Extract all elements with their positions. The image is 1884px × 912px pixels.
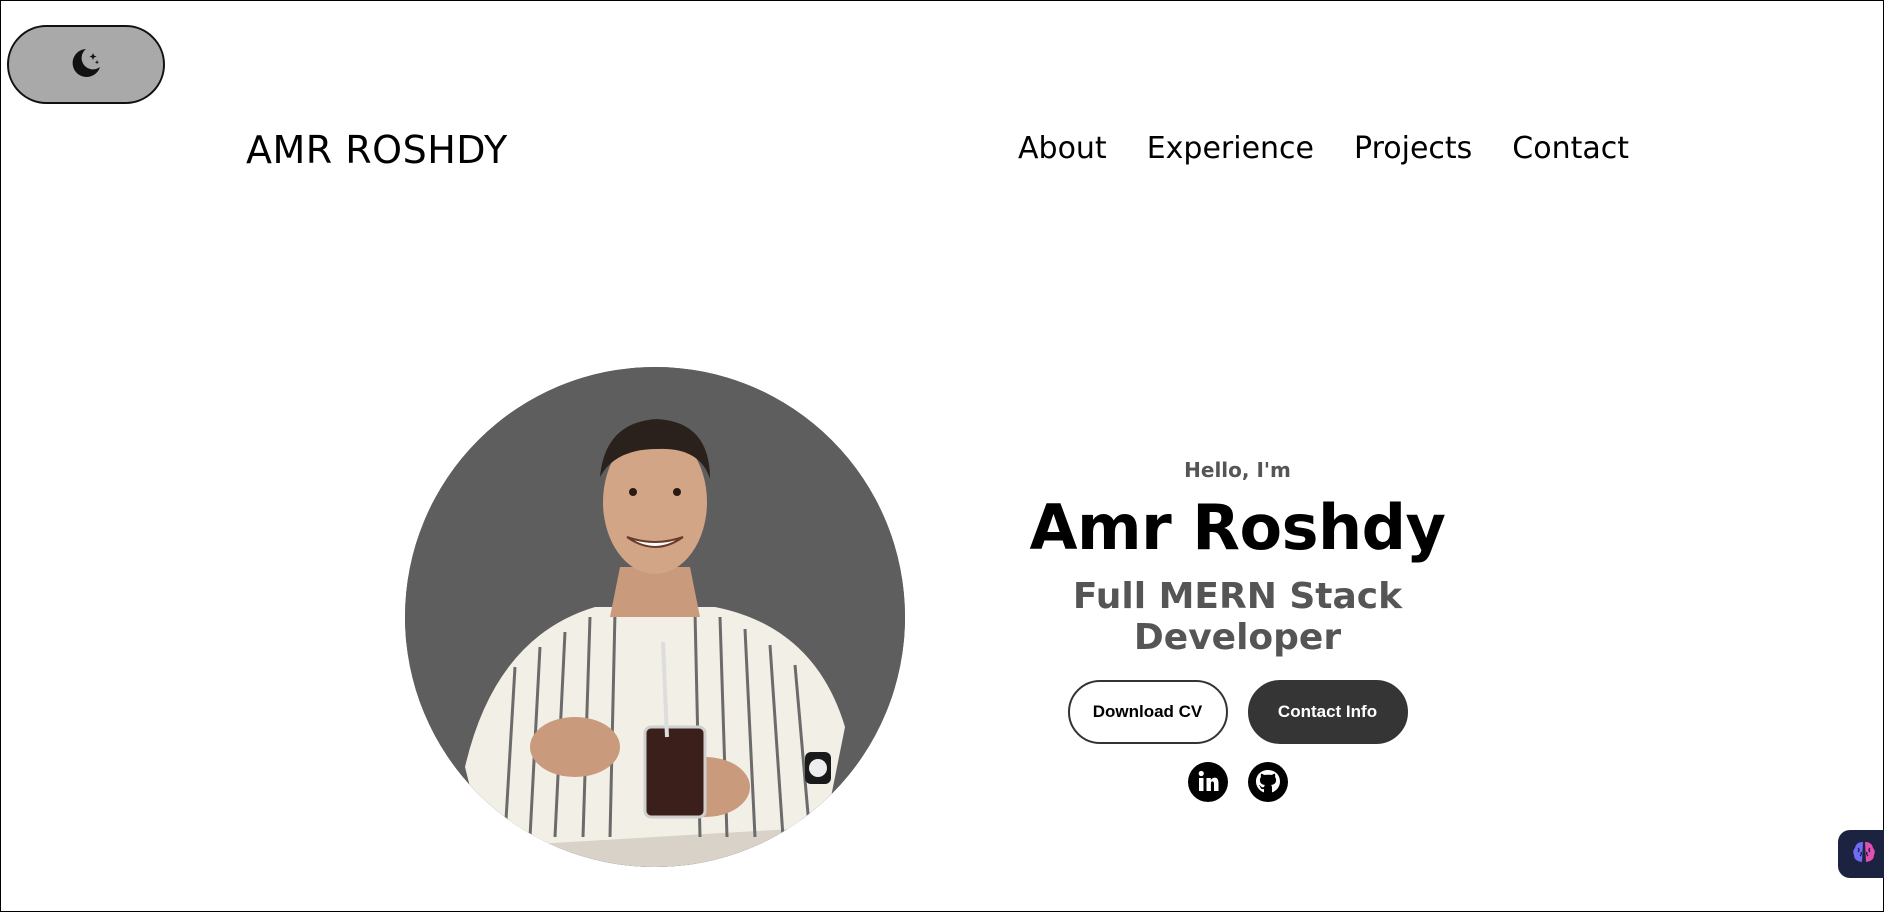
hero-text: Hello, I'm Amr Roshdy Full MERN Stack De… [1000,458,1475,803]
nav-about[interactable]: About [1018,131,1107,166]
github-icon[interactable] [1247,762,1288,803]
contact-info-button[interactable]: Contact Info [1247,680,1408,745]
profile-photo [405,367,905,867]
greeting-text: Hello, I'm [1184,458,1291,482]
hero-role: Full MERN Stack Developer [1072,576,1403,659]
moon-stars-icon [66,43,106,87]
hero-name: Amr Roshdy [1029,491,1446,564]
social-links [1000,762,1475,803]
main-nav: About Experience Projects Contact [1018,131,1629,166]
assistant-widget-button[interactable] [1838,830,1884,878]
theme-toggle-button[interactable] [7,25,165,104]
site-logo[interactable]: AMR ROSHDY [246,128,508,172]
nav-contact[interactable]: Contact [1512,131,1629,166]
nav-experience[interactable]: Experience [1147,131,1314,166]
download-cv-button[interactable]: Download CV [1067,680,1228,745]
nav-projects[interactable]: Projects [1354,131,1472,166]
linkedin-icon[interactable] [1187,762,1228,803]
hero-buttons: Download CV Contact Info [1000,680,1475,745]
brain-icon [1850,838,1878,870]
